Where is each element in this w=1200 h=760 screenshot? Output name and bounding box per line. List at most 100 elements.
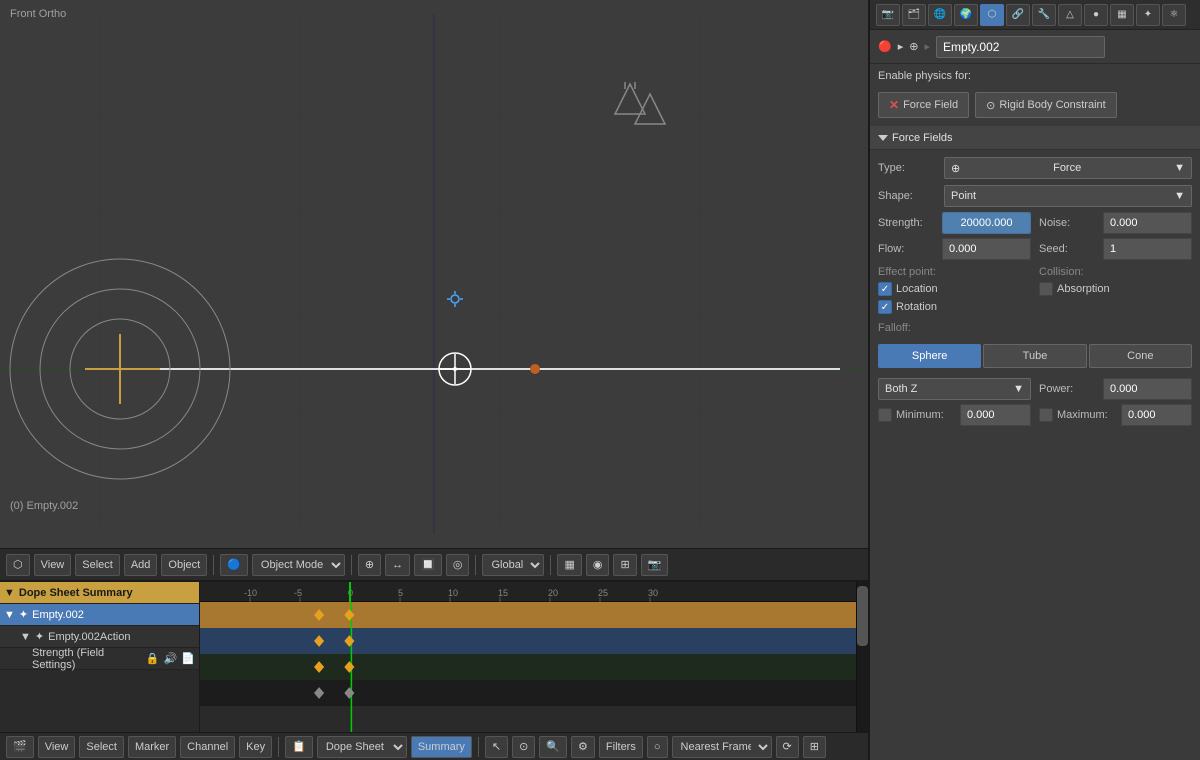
action-expand-icon: ▼ bbox=[20, 631, 31, 643]
max-label: Maximum: bbox=[1057, 409, 1117, 421]
shape-dropdown[interactable]: Point ▼ bbox=[944, 185, 1192, 207]
particles-icon[interactable]: ✦ bbox=[1136, 4, 1160, 26]
dope-mode-icon[interactable]: 🎬 bbox=[6, 736, 34, 758]
left-panel: Front Ortho bbox=[0, 0, 868, 760]
transform-icon[interactable]: ↔ bbox=[385, 554, 410, 576]
dope-row-action[interactable]: ▼ ✦ Empty.002Action bbox=[0, 626, 199, 648]
dope-circle-icon[interactable]: ○ bbox=[647, 736, 668, 758]
shape-row: Shape: Point ▼ bbox=[870, 182, 1200, 210]
falloff-tube-btn[interactable]: Tube bbox=[983, 344, 1086, 368]
physics-buttons: ✕ Force Field ⊙ Rigid Body Constraint bbox=[870, 88, 1200, 126]
viewport-mode-icon[interactable]: ⬡ bbox=[6, 554, 30, 576]
dope-extra-icon2[interactable]: ⊞ bbox=[803, 736, 826, 758]
svg-text:10: 10 bbox=[448, 588, 458, 598]
dope-sync-icon[interactable]: ⊙ bbox=[512, 736, 535, 758]
object-icon[interactable]: 🔵 bbox=[220, 554, 248, 576]
dope-row-empty002[interactable]: ▼ ✦ Empty.002 bbox=[0, 604, 199, 626]
location-checkbox[interactable]: ✓ bbox=[878, 282, 892, 296]
both-z-dropdown[interactable]: Both Z ▼ bbox=[878, 378, 1031, 400]
global-select[interactable]: Global bbox=[482, 554, 544, 576]
world-icon[interactable]: 🌍 bbox=[954, 4, 978, 26]
rigid-body-btn[interactable]: ⊙ Rigid Body Constraint bbox=[975, 92, 1117, 118]
dope-marker-menu[interactable]: Marker bbox=[128, 736, 176, 758]
separator-2 bbox=[351, 555, 352, 575]
min-checkbox[interactable] bbox=[878, 408, 892, 422]
max-checkbox[interactable] bbox=[1039, 408, 1053, 422]
min-value[interactable]: 0.000 bbox=[960, 404, 1031, 426]
dope-extra-icon1[interactable]: ⟳ bbox=[776, 736, 799, 758]
max-value[interactable]: 0.000 bbox=[1121, 404, 1192, 426]
dope-key-menu[interactable]: Key bbox=[239, 736, 272, 758]
physics-icon[interactable]: ⚛ bbox=[1162, 4, 1186, 26]
strength-bar[interactable]: 20000.000 bbox=[942, 212, 1031, 234]
dope-cursor-icon[interactable]: ↖ bbox=[485, 736, 508, 758]
dope-icon[interactable]: 📋 bbox=[285, 736, 313, 758]
xray-icon[interactable]: ⊞ bbox=[613, 554, 636, 576]
type-row: Type: ⊕ Force ▼ bbox=[870, 154, 1200, 182]
scene-icon[interactable]: 🌐 bbox=[928, 4, 952, 26]
dope-sep1 bbox=[278, 737, 279, 757]
dope-filters-label[interactable]: Filters bbox=[599, 736, 643, 758]
render-layer-icon[interactable]: 🗂 bbox=[902, 4, 926, 26]
object-name-input[interactable] bbox=[936, 36, 1105, 58]
seed-value[interactable]: 1 bbox=[1103, 238, 1192, 260]
material-icon[interactable]: ● bbox=[1084, 4, 1108, 26]
svg-text:30: 30 bbox=[648, 588, 658, 598]
render-icon[interactable]: 📷 bbox=[876, 4, 900, 26]
absorption-checkbox[interactable] bbox=[1039, 282, 1053, 296]
action-label: Empty.002Action bbox=[48, 631, 130, 643]
force-fields-label: Force Fields bbox=[892, 132, 953, 144]
viewport-3d[interactable]: Front Ortho bbox=[0, 0, 868, 548]
field-label: Strength (Field Settings) bbox=[32, 647, 142, 671]
rotation-checkbox[interactable]: ✓ bbox=[878, 300, 892, 314]
both-z-chevron: ▼ bbox=[1013, 383, 1024, 395]
force-field-btn[interactable]: ✕ Force Field bbox=[878, 92, 969, 118]
dope-row-summary[interactable]: ▼ Dope Sheet Summary bbox=[0, 582, 199, 604]
location-label: Location bbox=[896, 283, 938, 295]
snap-icon[interactable]: 🔲 bbox=[414, 554, 442, 576]
dope-view-menu[interactable]: View bbox=[38, 736, 76, 758]
dope-search-icon[interactable]: 🔍 bbox=[539, 736, 567, 758]
summary-label: Dope Sheet Summary bbox=[19, 587, 133, 599]
dope-sep2 bbox=[478, 737, 479, 757]
pivot-icon[interactable]: ⊕ bbox=[358, 554, 381, 576]
flow-value[interactable]: 0.000 bbox=[942, 238, 1031, 260]
type-value: Force bbox=[1053, 162, 1081, 174]
type-dropdown[interactable]: ⊕ Force ▼ bbox=[944, 157, 1192, 179]
add-menu[interactable]: Add bbox=[124, 554, 158, 576]
proportional-icon[interactable]: ◎ bbox=[446, 554, 470, 576]
svg-text:25: 25 bbox=[598, 588, 608, 598]
dope-scrollbar[interactable] bbox=[856, 582, 868, 732]
display-icon[interactable]: ▦ bbox=[557, 554, 581, 576]
min-max-row: Minimum: 0.000 Maximum: 0.000 bbox=[870, 402, 1200, 428]
dope-select-menu[interactable]: Select bbox=[79, 736, 124, 758]
data-icon[interactable]: △ bbox=[1058, 4, 1082, 26]
dope-scrollbar-thumb[interactable] bbox=[857, 586, 868, 646]
object-icon[interactable]: ⬡ bbox=[980, 4, 1004, 26]
force-fields-header[interactable]: Force Fields bbox=[870, 126, 1200, 150]
dope-row-field[interactable]: Strength (Field Settings) 🔒 🔊 📄 bbox=[0, 648, 199, 670]
dope-channel-menu[interactable]: Channel bbox=[180, 736, 235, 758]
empty002-type-icon: ✦ bbox=[19, 608, 28, 621]
dope-mode-select[interactable]: Dope Sheet bbox=[317, 736, 407, 758]
modifier-icon[interactable]: 🔧 bbox=[1032, 4, 1056, 26]
falloff-cone-btn[interactable]: Cone bbox=[1089, 344, 1192, 368]
dope-filter-icon[interactable]: ⚙ bbox=[571, 736, 595, 758]
overlay-icon[interactable]: ◉ bbox=[586, 554, 610, 576]
breadcrumb-arrow1: ▸ bbox=[898, 40, 904, 53]
dope-ruler[interactable]: -10 -5 0 5 10 15 20 25 30 bbox=[200, 582, 856, 602]
power-value[interactable]: 0.000 bbox=[1103, 378, 1192, 400]
constraint-icon[interactable]: 🔗 bbox=[1006, 4, 1030, 26]
camera-icon[interactable]: 📷 bbox=[641, 554, 669, 576]
noise-value[interactable]: 0.000 bbox=[1103, 212, 1192, 234]
noise-label: Noise: bbox=[1039, 217, 1099, 229]
object-menu[interactable]: Object bbox=[161, 554, 207, 576]
dope-summary-btn[interactable]: Summary bbox=[411, 736, 472, 758]
texture-icon[interactable]: ▦ bbox=[1110, 4, 1134, 26]
snap-mode-select[interactable]: Nearest Frame bbox=[672, 736, 772, 758]
select-menu[interactable]: Select bbox=[75, 554, 120, 576]
view-menu[interactable]: View bbox=[34, 554, 72, 576]
shape-chevron: ▼ bbox=[1174, 190, 1185, 202]
mode-select[interactable]: Object Mode bbox=[252, 554, 345, 576]
falloff-sphere-btn[interactable]: Sphere bbox=[878, 344, 981, 368]
